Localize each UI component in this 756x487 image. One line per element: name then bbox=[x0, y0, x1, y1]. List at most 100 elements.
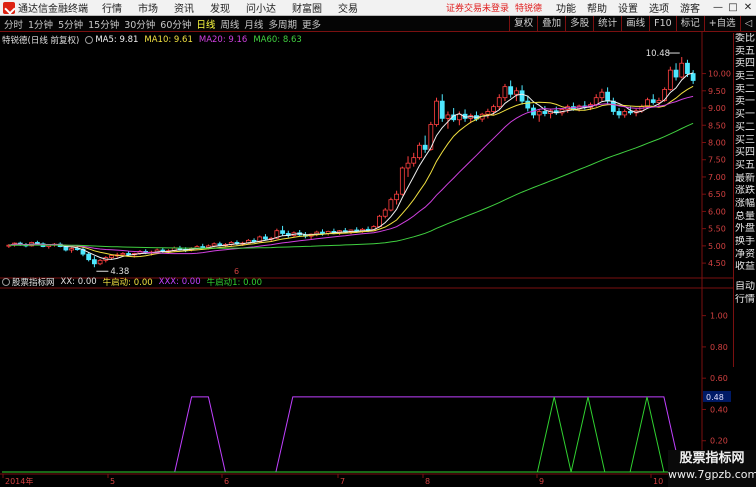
tool-buttons: 复权 叠加 多股 统计 画线 F10 标记 +自选 ◁ bbox=[509, 15, 756, 32]
xx-label: XX: 0.00 bbox=[60, 277, 97, 287]
menu-options[interactable]: 选项 bbox=[649, 0, 669, 15]
watermark-title: 股票指标网 bbox=[679, 451, 745, 466]
period-more[interactable]: 更多 bbox=[302, 17, 321, 31]
candle-body bbox=[622, 111, 628, 116]
minimize-icon[interactable]: — bbox=[711, 2, 725, 13]
side-tab-0[interactable]: 委比 bbox=[734, 33, 756, 46]
candle-body bbox=[673, 69, 679, 78]
collapse-panel-button[interactable]: ◁ bbox=[739, 15, 756, 32]
period-multi[interactable]: 多周期 bbox=[268, 17, 297, 31]
side-tab-5[interactable]: 卖一 bbox=[734, 96, 756, 109]
x-tick-label: 6 bbox=[224, 477, 229, 486]
kline-chart[interactable]: 10.00 9.50 9.00 8.50 8.00 7.50 7.00 6.50 6.00 5.5… bbox=[0, 32, 733, 487]
side-tab2-1[interactable]: 行情 bbox=[734, 294, 756, 307]
side-tab-14[interactable]: 总量 bbox=[734, 211, 756, 224]
candle-body bbox=[513, 90, 519, 95]
candle-body bbox=[377, 215, 382, 227]
candle-body bbox=[109, 255, 114, 258]
draw-line-button[interactable]: 画线 bbox=[621, 15, 649, 32]
quote-side-panel: 委比 卖五 卖四 卖三 卖二 卖一 买一 买二 买三 买四 买五 最新 涨跌 涨幅 总量 外盘 换手 净资 收益 bbox=[733, 33, 756, 277]
period-60min[interactable]: 60分钟 bbox=[160, 17, 191, 31]
menu-guest[interactable]: 游客 bbox=[680, 0, 700, 15]
candle-body bbox=[656, 100, 662, 103]
side-tab2-0[interactable]: 自动 bbox=[734, 281, 756, 294]
candle-body bbox=[667, 69, 673, 90]
stats-button[interactable]: 统计 bbox=[593, 15, 621, 32]
menu-news[interactable]: 资讯 bbox=[174, 0, 194, 15]
y-tick-label: 5.00 bbox=[708, 242, 726, 251]
side-tab-13[interactable]: 涨幅 bbox=[734, 198, 756, 211]
y-tick-label: 9.00 bbox=[708, 104, 726, 113]
side-tab-6[interactable]: 买一 bbox=[734, 109, 756, 122]
side-tab-11[interactable]: 最新 bbox=[734, 173, 756, 186]
x-tick-label: 2014年 bbox=[5, 476, 33, 486]
y-tick-label: 8.00 bbox=[708, 138, 726, 147]
candle-body bbox=[685, 62, 690, 74]
side-tab-8[interactable]: 买三 bbox=[734, 135, 756, 148]
menu-functions[interactable]: 功能 bbox=[556, 0, 576, 15]
settings-circle-icon[interactable] bbox=[85, 36, 94, 44]
candle-body bbox=[536, 111, 542, 116]
x-tick-label: 8 bbox=[425, 477, 430, 486]
candle-body bbox=[434, 100, 439, 125]
period-monthly[interactable]: 月线 bbox=[244, 17, 263, 31]
side-tab-1[interactable]: 卖五 bbox=[734, 46, 756, 59]
add-watchlist-button[interactable]: +自选 bbox=[703, 15, 740, 32]
ind-tick-label: 0.60 bbox=[710, 374, 728, 383]
side-tab-3[interactable]: 卖三 bbox=[734, 71, 756, 84]
side-tab-15[interactable]: 外盘 bbox=[734, 223, 756, 236]
menu-market[interactable]: 市场 bbox=[138, 0, 158, 15]
candle-body bbox=[502, 86, 508, 99]
side-tab-4[interactable]: 卖二 bbox=[734, 84, 756, 97]
ma60-label: MA60: 8.63 bbox=[253, 35, 302, 45]
ma5-line bbox=[8, 72, 694, 260]
f10-button[interactable]: F10 bbox=[649, 15, 676, 32]
candle-body bbox=[610, 100, 616, 112]
side-tab-16[interactable]: 换手 bbox=[734, 236, 756, 249]
side-tab-2[interactable]: 卖四 bbox=[734, 58, 756, 71]
ma20-label: MA20: 9.16 bbox=[198, 35, 248, 45]
x-tick-label: 5 bbox=[110, 477, 115, 486]
candle-body bbox=[280, 230, 285, 234]
y-tick-label: 8.50 bbox=[708, 121, 726, 130]
mark-button[interactable]: 标记 bbox=[675, 15, 704, 32]
candle-body bbox=[445, 114, 451, 119]
period-1min[interactable]: 1分钟 bbox=[28, 17, 53, 31]
stock-name-title: 特锐德 bbox=[515, 4, 543, 14]
menu-wealth[interactable]: 财富圈 bbox=[292, 0, 322, 15]
period-30min[interactable]: 30分钟 bbox=[124, 17, 155, 31]
menu-settings[interactable]: 设置 bbox=[618, 0, 638, 15]
side-tab-7[interactable]: 买二 bbox=[734, 122, 756, 135]
menu-help[interactable]: 帮助 bbox=[587, 0, 607, 15]
maximize-icon[interactable]: □ bbox=[726, 2, 740, 13]
menu-discover[interactable]: 发现 bbox=[210, 0, 230, 15]
period-weekly[interactable]: 周线 bbox=[220, 17, 239, 31]
period-daily[interactable]: 日线 bbox=[196, 17, 215, 31]
adjust-button[interactable]: 复权 bbox=[509, 15, 537, 32]
multi-stock-button[interactable]: 多股 bbox=[565, 15, 593, 32]
candle-body bbox=[439, 100, 445, 119]
side-tab-9[interactable]: 买四 bbox=[734, 147, 756, 160]
menu-quotes[interactable]: 行情 bbox=[102, 0, 122, 15]
side-tab-17[interactable]: 净资 bbox=[734, 249, 756, 262]
candle-body bbox=[97, 259, 103, 265]
x-tick-label: 10 bbox=[653, 477, 663, 486]
watermark-url: www.7gpzb.com bbox=[668, 468, 756, 481]
close-icon[interactable]: ✕ bbox=[741, 2, 755, 13]
login-warning[interactable]: 证券交易未登录 bbox=[446, 1, 509, 14]
candle-body bbox=[417, 144, 422, 159]
side-tab-18[interactable]: 收益 bbox=[734, 261, 756, 274]
side-tab-10[interactable]: 买五 bbox=[734, 160, 756, 173]
menu-trade[interactable]: 交易 bbox=[338, 0, 358, 15]
site-watermark: 股票指标网 www.7gpzb.com bbox=[668, 450, 756, 487]
overlay-button[interactable]: 叠加 bbox=[537, 15, 565, 32]
side-tab-12[interactable]: 涨跌 bbox=[734, 185, 756, 198]
indicator-settings-icon[interactable] bbox=[2, 278, 10, 286]
menu-ask[interactable]: 问小达 bbox=[246, 0, 276, 15]
period-5min[interactable]: 5分钟 bbox=[58, 17, 83, 31]
candle-body bbox=[320, 231, 325, 234]
y-tick-label: 7.00 bbox=[708, 173, 726, 182]
period-15min[interactable]: 15分钟 bbox=[88, 17, 119, 31]
period-timeshare[interactable]: 分时 bbox=[4, 17, 23, 31]
candle-body bbox=[605, 91, 611, 102]
